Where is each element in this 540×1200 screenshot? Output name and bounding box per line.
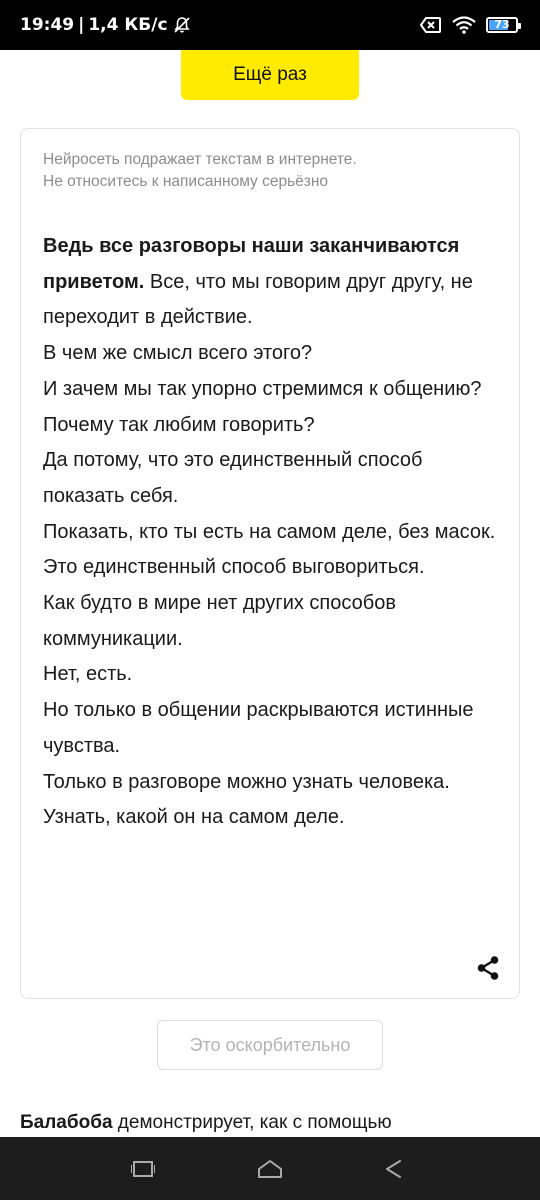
report-offensive-button[interactable]: Это оскорбительно (157, 1020, 383, 1070)
story-paragraph: Но только в общении раскрываются истинны… (43, 699, 474, 757)
story-paragraph: Только в разговоре можно узнать человека… (43, 770, 450, 793)
navigation-bar (0, 1137, 540, 1200)
status-left: 19:49 | 1,4 КБ/с (20, 0, 191, 50)
story-paragraph: Показать, кто ты есть на самом деле, без… (43, 520, 496, 543)
story-paragraph: Почему так любим говорить? (43, 413, 315, 436)
status-separator: | (78, 15, 85, 35)
story-paragraph: И зачем мы так упорно стремимся к общени… (43, 377, 482, 400)
again-button[interactable]: Ещё раз (181, 50, 359, 100)
status-bar: 19:49 | 1,4 КБ/с 73 (0, 0, 540, 50)
story-paragraph: Как будто в мире нет других способов ком… (43, 592, 396, 650)
status-network-speed: 1,4 КБ/с (88, 15, 168, 35)
story-paragraph: Это единственный способ выговориться. (43, 556, 425, 579)
footer-text: демонстрирует, как с помощью (112, 1112, 392, 1133)
status-right: 73 (420, 0, 521, 50)
back-icon[interactable] (364, 1137, 424, 1200)
share-icon[interactable] (473, 953, 503, 983)
footer-description: Балабоба демонстрирует, как с помощью (20, 1110, 520, 1136)
result-card: Нейросеть подражает текстам в интернете.… (20, 128, 520, 999)
sim-off-icon (420, 16, 442, 34)
story-paragraph: Узнать, какой он на самом деле. (43, 806, 345, 829)
story-paragraph: Нет, есть. (43, 663, 133, 686)
recents-icon[interactable] (113, 1137, 173, 1200)
mute-icon (173, 16, 191, 34)
home-icon[interactable] (240, 1137, 300, 1200)
generated-text: Ведь все разговоры наши заканчиваются пр… (43, 229, 505, 836)
battery-level: 73 (494, 18, 510, 31)
story-paragraph: Ведь все разговоры наши заканчиваются пр… (43, 229, 505, 336)
story-paragraph: Да потому, что это единственный способ п… (43, 449, 423, 507)
disclaimer: Нейросеть подражает текстам в интернете.… (43, 149, 503, 193)
status-time: 19:49 (20, 15, 75, 35)
brand-name: Балабоба (20, 1112, 113, 1133)
battery-icon: 73 (486, 17, 521, 33)
battery-tip (518, 23, 521, 29)
story-paragraph: В чем же смысл всего этого? (43, 342, 313, 365)
disclaimer-line: Не относитесь к написанному серьёзно (43, 173, 329, 190)
wifi-icon (452, 16, 476, 34)
disclaimer-line: Нейросеть подражает текстам в интернете. (43, 151, 357, 168)
